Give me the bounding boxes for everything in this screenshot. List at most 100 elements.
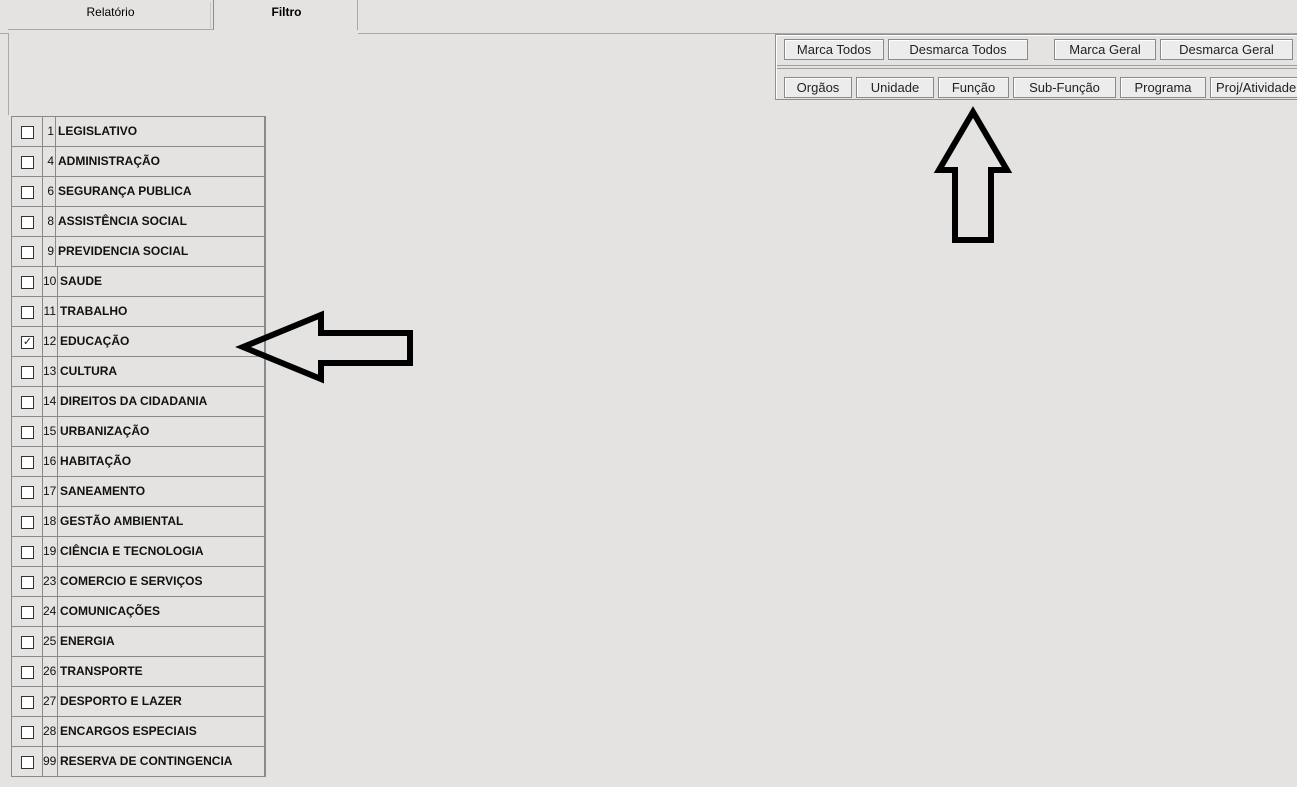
function-code: 25: [43, 627, 58, 656]
list-item[interactable]: 28 ENCARGOS ESPECIAIS: [12, 717, 266, 747]
list-item[interactable]: 17 SANEAMENTO: [12, 477, 266, 507]
function-code: 27: [43, 687, 58, 716]
checkbox-cell: [12, 717, 43, 746]
function-name: ENERGIA: [58, 627, 266, 656]
marca-todos-button[interactable]: Marca Todos: [784, 39, 884, 60]
checkbox[interactable]: [21, 246, 34, 259]
function-name: COMUNICAÇÕES: [58, 597, 266, 626]
list-item[interactable]: 14 DIREITOS DA CIDADANIA: [12, 387, 266, 417]
checkbox[interactable]: [21, 696, 34, 709]
list-item[interactable]: 15 URBANIZAÇÃO: [12, 417, 266, 447]
list-item[interactable]: 26 TRANSPORTE: [12, 657, 266, 687]
function-name: DIREITOS DA CIDADANIA: [58, 387, 266, 416]
function-name: SAUDE: [58, 267, 266, 296]
list-item[interactable]: 13 CULTURA: [12, 357, 266, 387]
checkbox-cell: [12, 477, 43, 506]
checkbox-cell: ✓: [12, 327, 43, 356]
list-item[interactable]: ✓ 12 EDUCAÇÃO: [12, 327, 266, 357]
list-item[interactable]: 19 CIÊNCIA E TECNOLOGIA: [12, 537, 266, 567]
checkbox[interactable]: ✓: [21, 336, 34, 349]
function-code: 1: [43, 117, 56, 146]
function-name: TRABALHO: [58, 297, 266, 326]
list-item[interactable]: 10 SAUDE: [12, 267, 266, 297]
sub-funcao-button[interactable]: Sub-Função: [1013, 77, 1116, 98]
tab-filtro[interactable]: Filtro: [216, 0, 358, 30]
function-code: 28: [43, 717, 58, 746]
function-name: CULTURA: [58, 357, 266, 386]
checkbox-cell: [12, 147, 43, 176]
function-code: 4: [43, 147, 56, 176]
list-item[interactable]: 4 ADMINISTRAÇÃO: [12, 147, 266, 177]
function-code: 99: [43, 747, 58, 776]
tab-relatorio[interactable]: Relatório: [8, 0, 214, 30]
desmarca-todos-button[interactable]: Desmarca Todos: [888, 39, 1028, 60]
checkbox[interactable]: [21, 306, 34, 319]
list-item[interactable]: 9 PREVIDENCIA SOCIAL: [12, 237, 266, 267]
unidade-button[interactable]: Unidade: [856, 77, 934, 98]
checkbox[interactable]: [21, 576, 34, 589]
checkbox-cell: [12, 567, 43, 596]
orgaos-button[interactable]: Orgãos: [784, 77, 852, 98]
checkbox[interactable]: [21, 186, 34, 199]
list-item[interactable]: 11 TRABALHO: [12, 297, 266, 327]
list-item[interactable]: 25 ENERGIA: [12, 627, 266, 657]
list-item[interactable]: 6 SEGURANÇA PUBLICA: [12, 177, 266, 207]
checkbox[interactable]: [21, 546, 34, 559]
list-item[interactable]: 23 COMERCIO E SERVIÇOS: [12, 567, 266, 597]
checkbox[interactable]: [21, 456, 34, 469]
function-code: 12: [43, 327, 58, 356]
checkbox[interactable]: [21, 156, 34, 169]
tab-divider: [0, 33, 8, 34]
checkbox[interactable]: [21, 276, 34, 289]
checkbox[interactable]: [21, 216, 34, 229]
function-name: ENCARGOS ESPECIAIS: [58, 717, 266, 746]
checkbox[interactable]: [21, 426, 34, 439]
proj-atividade-button[interactable]: Proj/Atividade: [1210, 77, 1297, 98]
function-name: EDUCAÇÃO: [58, 327, 266, 356]
list-item[interactable]: 99 RESERVA DE CONTINGENCIA: [12, 747, 266, 777]
checkbox[interactable]: [21, 636, 34, 649]
list-item[interactable]: 18 GESTÃO AMBIENTAL: [12, 507, 266, 537]
function-code: 13: [43, 357, 58, 386]
checkbox[interactable]: [21, 396, 34, 409]
list-item[interactable]: 27 DESPORTO E LAZER: [12, 687, 266, 717]
function-name: SANEAMENTO: [58, 477, 266, 506]
desmarca-geral-button[interactable]: Desmarca Geral: [1160, 39, 1293, 60]
funcao-button[interactable]: Função: [938, 77, 1009, 98]
checkbox[interactable]: [21, 366, 34, 379]
filter-toolbar: Marca Todos Desmarca Todos Marca Geral D…: [775, 34, 1297, 100]
function-name: COMERCIO E SERVIÇOS: [58, 567, 266, 596]
checkbox-cell: [12, 627, 43, 656]
checkbox[interactable]: [21, 666, 34, 679]
checkbox-cell: [12, 267, 43, 296]
checkbox[interactable]: [21, 516, 34, 529]
checkbox[interactable]: [21, 756, 34, 769]
checkbox[interactable]: [21, 606, 34, 619]
function-name: HABITAÇÃO: [58, 447, 266, 476]
checkbox[interactable]: [21, 126, 34, 139]
function-name: GESTÃO AMBIENTAL: [58, 507, 266, 536]
programa-button[interactable]: Programa: [1120, 77, 1206, 98]
function-name: TRANSPORTE: [58, 657, 266, 686]
function-code: 14: [43, 387, 58, 416]
checkbox-cell: [12, 237, 43, 266]
function-code: 19: [43, 537, 58, 566]
toolbar-divider: [777, 68, 1297, 69]
checkbox[interactable]: [21, 486, 34, 499]
function-name: PREVIDENCIA SOCIAL: [56, 237, 266, 266]
checkbox-cell: [12, 597, 43, 626]
list-item[interactable]: 1 LEGISLATIVO: [12, 117, 266, 147]
list-item[interactable]: 24 COMUNICAÇÕES: [12, 597, 266, 627]
checkbox[interactable]: [21, 726, 34, 739]
marca-geral-button[interactable]: Marca Geral: [1054, 39, 1156, 60]
list-item[interactable]: 16 HABITAÇÃO: [12, 447, 266, 477]
function-code: 6: [43, 177, 56, 206]
tab-bar: Relatório Filtro: [0, 0, 1297, 34]
arrow-left-icon: [235, 310, 413, 384]
function-name: ASSISTÊNCIA SOCIAL: [56, 207, 266, 236]
list-item[interactable]: 8 ASSISTÊNCIA SOCIAL: [12, 207, 266, 237]
checkbox-cell: [12, 657, 43, 686]
function-name: CIÊNCIA E TECNOLOGIA: [58, 537, 266, 566]
function-name: RESERVA DE CONTINGENCIA: [58, 747, 266, 776]
checkbox-cell: [12, 357, 43, 386]
